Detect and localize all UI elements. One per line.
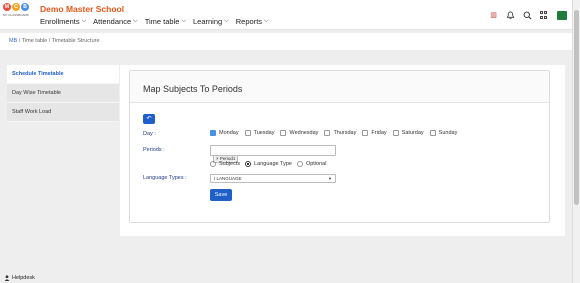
- caret-down-icon: ▼: [328, 176, 332, 181]
- form-card: Map Subjects To Periods ↶ Day : Monday T…: [129, 70, 550, 223]
- chevron-down-icon: ⌵: [264, 18, 269, 24]
- nav-label: Learning: [193, 17, 223, 26]
- nav-label: Attendance: [93, 17, 132, 26]
- logo-letter-c: C: [12, 3, 20, 11]
- logo-letter-b: B: [21, 3, 29, 11]
- radio-label: Language Type: [254, 161, 292, 167]
- scrollbar-thumb[interactable]: [574, 10, 579, 205]
- radio-language-type[interactable]: Language Type: [245, 161, 292, 167]
- helpdesk-link[interactable]: Helpdesk: [4, 275, 35, 281]
- user-icon: [4, 275, 10, 281]
- app-icon[interactable]: [557, 11, 567, 20]
- checkbox[interactable]: [362, 130, 369, 136]
- checkbox[interactable]: [392, 130, 399, 136]
- day-saturday[interactable]: Saturday: [392, 130, 424, 136]
- chevron-down-icon: ⌵: [133, 18, 138, 24]
- radio[interactable]: [210, 161, 216, 167]
- type-radios: Subjects Language Type Optional: [210, 161, 331, 167]
- day-checkboxes: Monday Tuesday Wednesday Thursday Friday…: [210, 130, 463, 136]
- scrollbar[interactable]: [572, 0, 580, 283]
- school-logo[interactable]: M C B MY CLASSBOARD: [3, 3, 29, 27]
- day-label-text: Friday: [371, 130, 387, 136]
- day-label-text: Sunday: [438, 130, 458, 136]
- chevron-down-icon: ⌵: [224, 18, 229, 24]
- chevron-down-icon: ⌵: [181, 18, 186, 24]
- main-panel: Map Subjects To Periods ↶ Day : Monday T…: [120, 65, 565, 236]
- day-label-text: Saturday: [401, 130, 424, 136]
- day-thursday[interactable]: Thursday: [324, 130, 356, 136]
- language-types-label: Language Types :: [143, 175, 187, 181]
- day-label: Day :: [143, 131, 156, 137]
- nav-label: Time table: [144, 17, 180, 26]
- language-type-select[interactable]: I LANGUAGE ▼: [210, 174, 336, 183]
- nav-learning[interactable]: Learning ⌵: [193, 17, 229, 26]
- periods-label: Periods :: [143, 147, 165, 153]
- breadcrumb-home[interactable]: MB: [9, 38, 17, 44]
- save-button[interactable]: Save: [210, 189, 232, 201]
- day-label-text: Monday: [219, 130, 239, 136]
- breadcrumb: MB / Time table / Timetable Structure: [0, 33, 572, 50]
- nav-attendance[interactable]: Attendance ⌵: [93, 17, 138, 26]
- radio-label: Optional: [305, 161, 327, 167]
- nav-label: Reports: [235, 17, 263, 26]
- nav-timetable[interactable]: Time table ⌵: [145, 17, 186, 26]
- nav-label: Enrollments: [40, 17, 80, 26]
- header-icons: ▥: [489, 11, 567, 20]
- checkbox[interactable]: [324, 130, 331, 136]
- logo-caption: MY CLASSBOARD: [3, 13, 29, 17]
- select-value: I LANGUAGE: [214, 176, 242, 181]
- day-sunday[interactable]: Sunday: [429, 130, 458, 136]
- radio-label: Subjects: [219, 161, 241, 167]
- day-friday[interactable]: Friday: [362, 130, 387, 136]
- main-nav: Enrollments ⌵ Attendance ⌵ Time table ⌵ Lea…: [40, 17, 269, 26]
- logo-letter-m: M: [3, 3, 11, 11]
- school-name: Demo Master School: [40, 4, 125, 14]
- search-icon[interactable]: [523, 11, 532, 20]
- page-title: Map Subjects To Periods: [130, 71, 549, 103]
- sidebar-item-schedule-timetable[interactable]: Schedule Timetable: [7, 65, 119, 84]
- breadcrumb-current: Timetable Structure: [51, 38, 100, 44]
- radio-subjects[interactable]: Subjects: [210, 161, 240, 167]
- day-label-text: Thursday: [333, 130, 357, 136]
- nav-reports[interactable]: Reports ⌵: [236, 17, 269, 26]
- periods-multiselect[interactable]: × Period1: [210, 145, 336, 163]
- radio[interactable]: [245, 161, 252, 167]
- day-monday[interactable]: Monday: [210, 130, 239, 136]
- breadcrumb-separator: /: [48, 38, 51, 44]
- bell-icon[interactable]: [506, 11, 515, 20]
- chevron-down-icon: ⌵: [81, 18, 87, 24]
- abacus-icon[interactable]: ▥: [489, 11, 498, 20]
- checkbox[interactable]: [244, 130, 251, 136]
- top-bar: M C B MY CLASSBOARD Demo Master School E…: [0, 0, 572, 30]
- sidebar-item-staff-work-load[interactable]: Staff Work Load: [7, 103, 119, 122]
- sidebar: Schedule Timetable Day Wise Timetable St…: [7, 65, 119, 122]
- checkbox[interactable]: [280, 130, 287, 136]
- back-button[interactable]: ↶: [143, 114, 155, 124]
- breadcrumb-separator: /: [18, 38, 21, 44]
- nav-enrollments[interactable]: Enrollments ⌵: [40, 17, 86, 26]
- breadcrumb-timetable[interactable]: Time table: [22, 38, 47, 44]
- sidebar-item-day-wise-timetable[interactable]: Day Wise Timetable: [7, 84, 119, 103]
- day-tuesday[interactable]: Tuesday: [244, 130, 275, 136]
- checkbox[interactable]: [210, 130, 216, 136]
- day-label-text: Wednesday: [289, 130, 319, 136]
- checkbox[interactable]: [429, 130, 436, 136]
- day-wednesday[interactable]: Wednesday: [280, 130, 318, 136]
- radio[interactable]: [296, 161, 303, 167]
- day-label-text: Tuesday: [253, 130, 275, 136]
- radio-optional[interactable]: Optional: [296, 161, 327, 167]
- grid-icon[interactable]: [540, 11, 549, 20]
- helpdesk-label: Helpdesk: [12, 275, 35, 281]
